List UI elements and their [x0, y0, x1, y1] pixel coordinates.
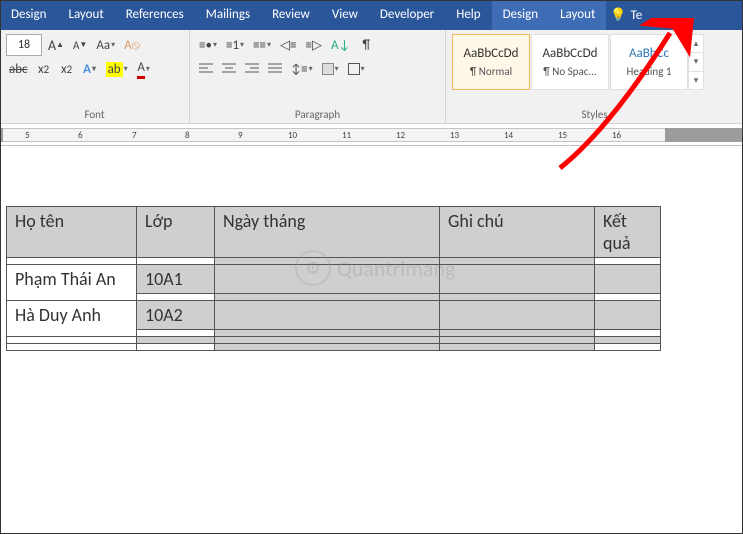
chevron-down-icon: ▾ — [689, 53, 703, 71]
table-header[interactable]: Họ tên — [7, 207, 137, 258]
styles-group-label: Styles — [452, 106, 737, 121]
tab-developer[interactable]: Developer — [369, 0, 445, 30]
table-cell[interactable] — [595, 301, 661, 330]
tab-view[interactable]: View — [321, 0, 369, 30]
document-area[interactable]: Họ tên Lớp Ngày tháng Ghi chú Kết quả Ph… — [0, 146, 743, 351]
table-cell[interactable] — [7, 344, 137, 351]
table-cell[interactable] — [595, 265, 661, 294]
style-normal[interactable]: AaBbCcDd ¶ Normal — [452, 34, 530, 90]
borders-button[interactable]: ▾ — [345, 58, 368, 80]
table-cell[interactable]: 10A2 — [137, 301, 215, 330]
table-cell[interactable] — [595, 337, 661, 344]
horizontal-ruler[interactable]: 5 6 7 8 9 10 11 12 13 14 15 16 — [0, 124, 743, 146]
expand-icon: ▾ — [689, 72, 703, 89]
tab-design[interactable]: Design — [0, 0, 57, 30]
paragraph-group-label: Paragraph — [196, 106, 439, 121]
table-cell[interactable] — [595, 330, 661, 337]
numbering-button[interactable]: ≡1▾ — [223, 34, 247, 56]
highlight-button[interactable]: ab▾ — [103, 58, 131, 80]
group-paragraph: ≡•▾ ≡1▾ ≡≡▾ ◁≡ ≡▷ A↓ ¶ — [190, 30, 446, 123]
subscript-button[interactable]: x2 — [34, 58, 54, 80]
table-cell[interactable] — [595, 344, 661, 351]
table-cell[interactable] — [215, 330, 440, 337]
tab-tabletools-layout[interactable]: Layout — [549, 0, 606, 30]
table-header[interactable]: Kết quả — [595, 207, 661, 258]
ribbon: 18 A▲ A▼ Aa▾ A⦸ abc x2 x2 A▾ ab▾ A▾ Font… — [0, 30, 743, 124]
table-cell[interactable] — [137, 330, 215, 337]
sort-button[interactable]: A↓ — [328, 34, 353, 56]
table-cell[interactable]: Phạm Thái An — [7, 265, 137, 301]
table-header[interactable]: Ngày tháng — [215, 207, 440, 258]
lightbulb-icon: 💡 — [610, 8, 626, 23]
justify-button[interactable] — [265, 58, 285, 80]
table-cell[interactable] — [215, 258, 440, 265]
table-cell[interactable] — [595, 294, 661, 301]
table-cell[interactable] — [440, 258, 595, 265]
table-cell[interactable] — [215, 294, 440, 301]
align-center-button[interactable] — [219, 58, 239, 80]
group-font: 18 A▲ A▼ Aa▾ A⦸ abc x2 x2 A▾ ab▾ A▾ Font — [0, 30, 190, 123]
ribbon-tab-bar: Design Layout References Mailings Review… — [0, 0, 743, 30]
show-marks-button[interactable]: ¶ — [356, 34, 376, 56]
change-case-button[interactable]: Aa▾ — [93, 34, 118, 56]
multilevel-list-button[interactable]: ≡≡▾ — [250, 34, 274, 56]
table-cell[interactable] — [137, 294, 215, 301]
tab-help[interactable]: Help — [445, 0, 491, 30]
table-cell[interactable] — [7, 258, 137, 265]
bullets-button[interactable]: ≡•▾ — [196, 34, 220, 56]
decrease-indent-button[interactable]: ◁≡ — [277, 34, 299, 56]
table-cell[interactable]: 10A1 — [137, 265, 215, 294]
chevron-up-icon: ▴ — [689, 35, 703, 53]
table-cell[interactable] — [137, 258, 215, 265]
table-cell[interactable] — [215, 301, 440, 330]
tab-review[interactable]: Review — [261, 0, 321, 30]
align-left-button[interactable] — [196, 58, 216, 80]
table-cell[interactable] — [137, 337, 215, 344]
table-cell[interactable] — [440, 294, 595, 301]
superscript-button[interactable]: x2 — [57, 58, 77, 80]
table-cell[interactable] — [440, 301, 595, 330]
tab-tabletools-design[interactable]: Design — [492, 0, 549, 30]
table-cell[interactable] — [215, 337, 440, 344]
table-cell[interactable]: Hà Duy Anh — [7, 301, 137, 337]
table-cell[interactable] — [137, 344, 215, 351]
clear-formatting-button[interactable]: A⦸ — [121, 34, 143, 56]
table-cell[interactable] — [7, 337, 137, 344]
align-right-button[interactable] — [242, 58, 262, 80]
table-cell[interactable] — [440, 265, 595, 294]
line-spacing-button[interactable]: ↕≡▾ — [288, 58, 316, 80]
table-cell[interactable] — [440, 330, 595, 337]
increase-indent-button[interactable]: ≡▷ — [303, 34, 325, 56]
group-styles: AaBbCcDd ¶ Normal AaBbCcDd ¶ No Spac... … — [446, 30, 743, 123]
font-group-label: Font — [6, 106, 183, 121]
tab-mailings[interactable]: Mailings — [195, 0, 261, 30]
table-cell[interactable] — [595, 258, 661, 265]
tab-references[interactable]: References — [115, 0, 195, 30]
shrink-font-button[interactable]: A▼ — [70, 34, 90, 56]
table-cell[interactable] — [440, 344, 595, 351]
table-header[interactable]: Lớp — [137, 207, 215, 258]
font-color-button[interactable]: A▾ — [134, 58, 154, 80]
table-header[interactable]: Ghi chú — [440, 207, 595, 258]
text-effects-button[interactable]: A▾ — [80, 58, 100, 80]
strikethrough-button[interactable]: abc — [6, 58, 31, 80]
table-cell[interactable] — [215, 265, 440, 294]
grow-font-button[interactable]: A▲ — [45, 34, 67, 56]
styles-gallery-more[interactable]: ▴ ▾ ▾ — [688, 34, 704, 90]
style-heading1[interactable]: AaBbCc Heading 1 — [610, 34, 688, 90]
table-cell[interactable] — [215, 344, 440, 351]
document-table[interactable]: Họ tên Lớp Ngày tháng Ghi chú Kết quả Ph… — [6, 206, 661, 351]
tab-layout[interactable]: Layout — [57, 0, 114, 30]
tell-me[interactable]: 💡 Te — [610, 8, 642, 23]
style-no-spacing[interactable]: AaBbCcDd ¶ No Spac... — [531, 34, 609, 90]
table-cell[interactable] — [440, 337, 595, 344]
shading-button[interactable]: ▾ — [319, 58, 342, 80]
font-size-input[interactable]: 18 — [6, 34, 42, 56]
